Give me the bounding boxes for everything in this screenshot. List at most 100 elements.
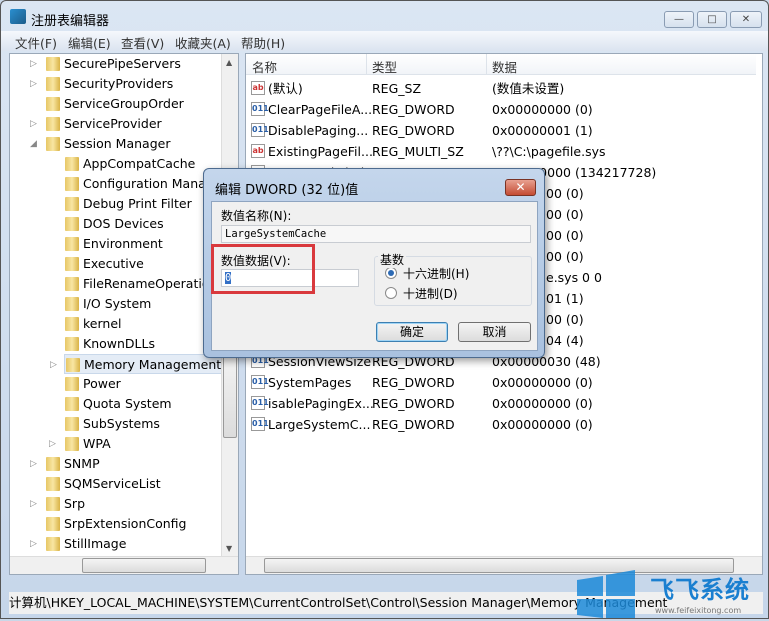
tree-scroll-thumb[interactable]	[223, 352, 237, 438]
hex-radio[interactable]	[385, 267, 397, 279]
tree-item-label: StillImage	[64, 536, 127, 551]
value-data: (数值未设置)	[492, 81, 565, 96]
ok-button[interactable]: 确定	[376, 322, 448, 342]
dialog-close-button[interactable]: ✕	[505, 179, 536, 196]
value-data: 0x00000000 (0)	[492, 417, 593, 432]
value-data: 00 (0)	[546, 228, 584, 243]
tree-item[interactable]: AppCompatCache	[10, 154, 220, 174]
folder-icon	[66, 358, 80, 372]
tree-item[interactable]: ▷ Srp	[10, 494, 220, 514]
tree-item[interactable]: ▷ SNMP	[10, 454, 220, 474]
list-row[interactable]: 011 ClearPageFileA... REG_DWORD 0x00000000 …	[246, 99, 756, 120]
folder-icon	[46, 457, 60, 471]
tree-item-label: kernel	[83, 316, 122, 331]
menu-help[interactable]: 帮助(H)	[241, 33, 285, 52]
tree-item[interactable]: kernel	[10, 314, 220, 334]
list-header: 名称 类型 数据	[246, 54, 756, 75]
list-row[interactable]: 011 LargeSystemC... REG_DWORD 0x00000000 (0…	[246, 414, 756, 435]
value-name: LargeSystemC...	[268, 417, 371, 432]
folder-icon	[65, 237, 79, 251]
tree-item[interactable]: Quota System	[10, 394, 220, 414]
dword-value-icon: 011	[251, 417, 269, 431]
dword-value-icon: 011	[251, 102, 269, 116]
folder-icon	[65, 157, 79, 171]
tree-item[interactable]: Configuration Manager	[10, 174, 227, 194]
value-data: 00 (0)	[546, 186, 584, 201]
expander-icon[interactable]: ▷	[49, 434, 56, 454]
tree-item[interactable]: SubSystems	[10, 414, 220, 434]
menu-view[interactable]: 查看(V)	[121, 33, 164, 52]
dec-label[interactable]: 十进制(D)	[403, 285, 458, 302]
folder-icon	[65, 177, 79, 191]
folder-icon	[65, 337, 79, 351]
menu-bar: 文件(F) 编辑(E) 查看(V) 收藏夹(A) 帮助(H)	[1, 31, 768, 51]
regedit-icon	[10, 9, 26, 24]
tree-item[interactable]: DOS Devices	[10, 214, 220, 234]
value-data: 0x00000000 (0)	[492, 396, 593, 411]
tree-item[interactable]: I/O System	[10, 294, 220, 314]
tree-item[interactable]: Executive	[10, 254, 220, 274]
tree-item[interactable]: KnownDLLs	[10, 334, 220, 354]
list-row[interactable]: ab ExistingPageFil... REG_MULTI_SZ \??\C:\p…	[246, 141, 756, 162]
tree-item[interactable]: ▷ StillImage	[10, 534, 220, 554]
tree-item[interactable]: SrpExtensionConfig	[10, 514, 220, 534]
list-row[interactable]: ab (默认) REG_SZ (数值未设置)	[246, 78, 756, 99]
folder-icon	[65, 417, 79, 431]
cancel-button[interactable]: 取消	[458, 322, 531, 342]
expander-icon[interactable]: ▷	[30, 74, 37, 94]
expander-icon[interactable]: ▷	[30, 54, 37, 74]
tree-hscroll-thumb[interactable]	[82, 558, 206, 573]
folder-icon	[46, 477, 60, 491]
folder-icon	[65, 297, 79, 311]
tree-item[interactable]: Power	[10, 374, 220, 394]
value-name-field: LargeSystemCache	[221, 225, 531, 243]
tree-item[interactable]: ▷ ServiceProvider	[10, 114, 220, 134]
tree-item-label: DOS Devices	[83, 216, 164, 231]
list-row[interactable]: 011 isablePagingEx... REG_DWORD 0x00000000 …	[246, 393, 756, 414]
menu-edit[interactable]: 编辑(E)	[68, 33, 111, 52]
expander-icon[interactable]: ▷	[30, 114, 37, 134]
close-button[interactable]: ✕	[730, 11, 762, 28]
dword-value-icon: 011	[251, 375, 269, 389]
list-row[interactable]: 011 DisablePaging... REG_DWORD 0x00000001 (…	[246, 120, 756, 141]
maximize-button[interactable]: □	[697, 11, 727, 28]
dec-radio[interactable]	[385, 287, 397, 299]
menu-file[interactable]: 文件(F)	[15, 33, 57, 52]
column-name[interactable]: 名称	[252, 57, 277, 76]
tree-item[interactable]: Debug Print Filter	[10, 194, 220, 214]
menu-favorites[interactable]: 收藏夹(A)	[175, 33, 231, 52]
value-data: 0x00000000 (0)	[492, 375, 593, 390]
tree-item[interactable]: ▷ WPA	[10, 434, 220, 454]
column-data[interactable]: 数据	[492, 57, 517, 76]
folder-icon	[46, 537, 60, 551]
expander-icon[interactable]: ▷	[30, 494, 37, 514]
tree-item[interactable]: ◢ Session Manager	[10, 134, 220, 154]
expander-icon[interactable]: ▷	[30, 534, 37, 554]
value-type: REG_DWORD	[372, 417, 455, 432]
list-row[interactable]: 011 SystemPages REG_DWORD 0x00000000 (0)	[246, 372, 756, 393]
value-type: REG_SZ	[372, 81, 422, 96]
tree-item-label: Power	[83, 376, 121, 391]
value-data: \??\C:\pagefile.sys	[492, 144, 606, 159]
folder-icon	[65, 317, 79, 331]
tree-item[interactable]: ▷ SecurityProviders	[10, 74, 220, 94]
value-name-label: 数值名称(N):	[221, 209, 292, 223]
tree-item[interactable]: Environment	[10, 234, 220, 254]
tree-item[interactable]: ServiceGroupOrder	[10, 94, 220, 114]
value-type: REG_MULTI_SZ	[372, 144, 464, 159]
tree-horizontal-scrollbar[interactable]	[10, 556, 238, 574]
minimize-button[interactable]: —	[664, 11, 694, 28]
tree-item[interactable]: SQMServiceList	[10, 474, 220, 494]
tree-item[interactable]: FileRenameOperations	[10, 274, 224, 294]
column-type[interactable]: 类型	[372, 57, 397, 76]
tree-item-label: Executive	[83, 256, 144, 271]
value-data: 00 (0)	[546, 249, 584, 264]
expander-icon[interactable]: ▷	[50, 355, 57, 375]
expander-icon[interactable]: ◢	[30, 134, 37, 154]
tree-item-label: SQMServiceList	[64, 476, 161, 491]
hex-label[interactable]: 十六进制(H)	[403, 265, 469, 282]
expander-icon[interactable]: ▷	[30, 454, 37, 474]
folder-icon	[46, 497, 60, 511]
tree-item[interactable]: ▷ Memory Management	[50, 354, 222, 374]
tree-item[interactable]: ▷ SecurePipeServers	[10, 54, 220, 74]
